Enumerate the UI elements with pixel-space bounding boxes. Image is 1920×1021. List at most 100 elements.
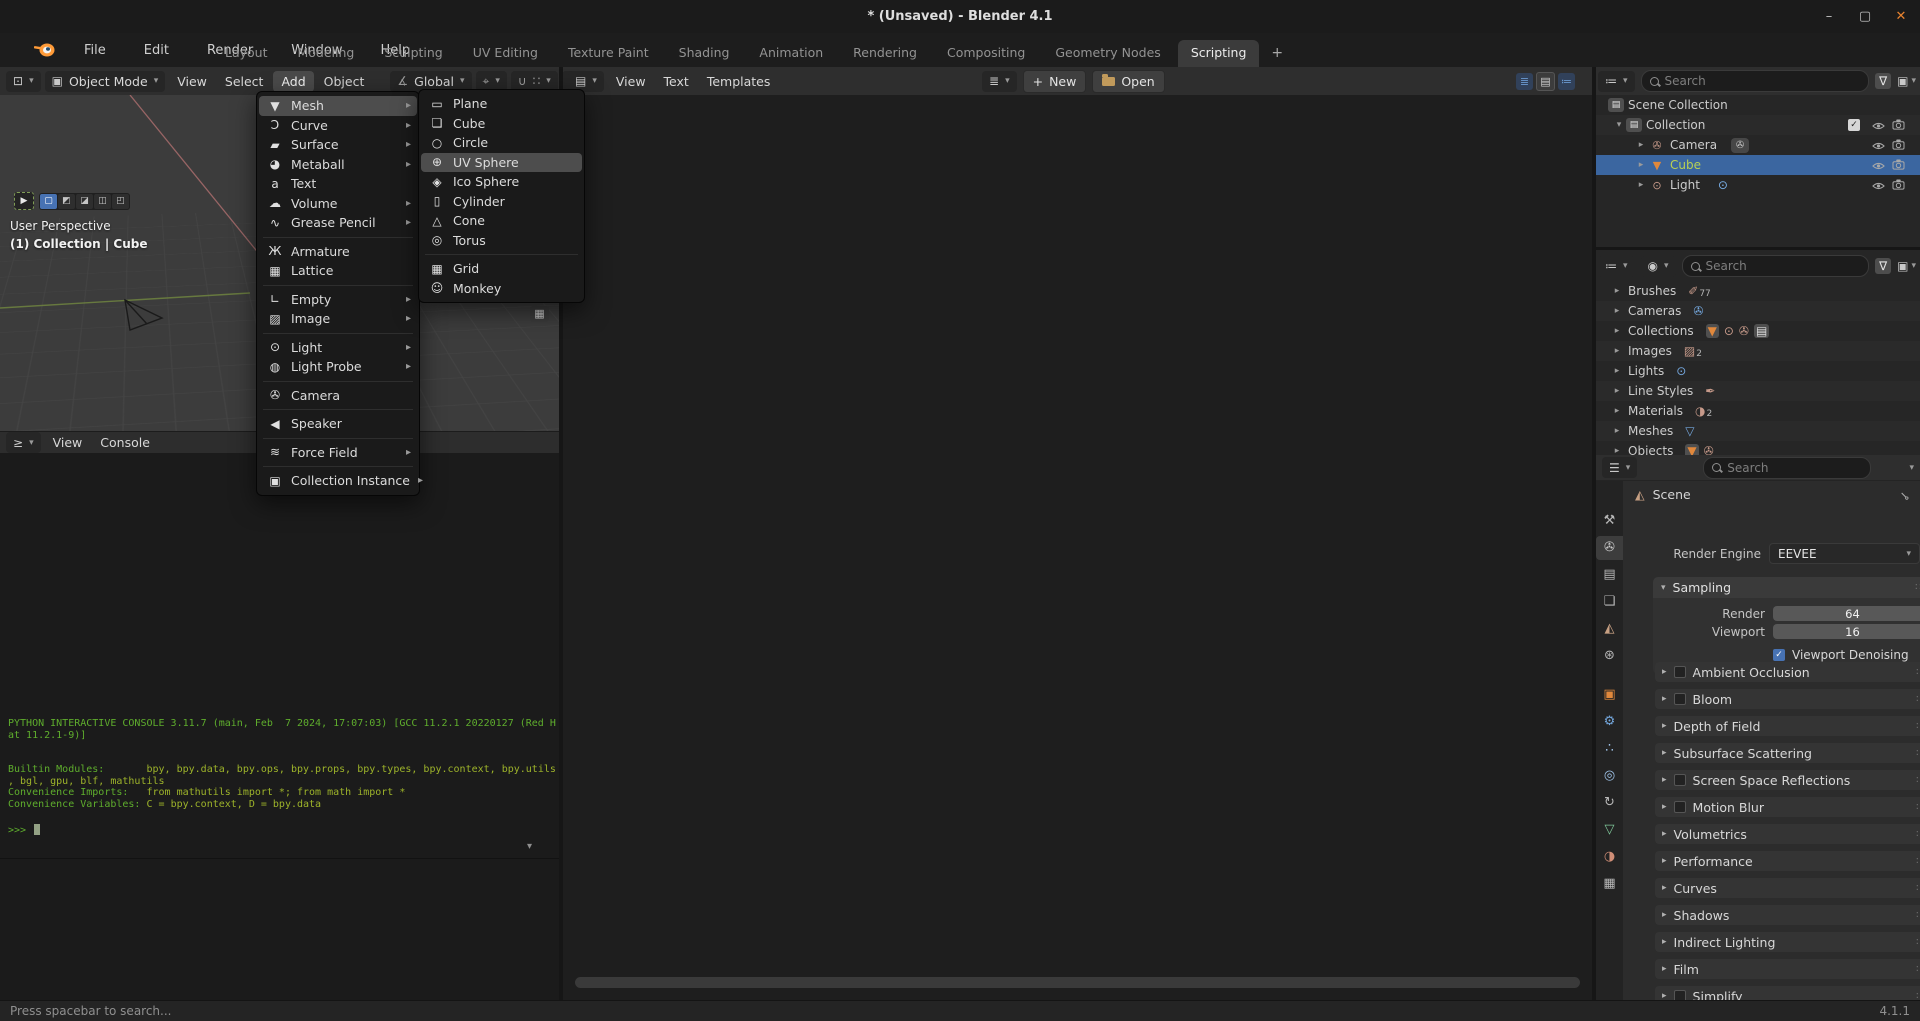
mode-selector[interactable]: ▣ Object Mode ▾	[45, 71, 166, 92]
tab-shading[interactable]: Shading	[666, 40, 743, 67]
render-samples-field[interactable]: 64	[1773, 606, 1920, 621]
render-engine-dropdown[interactable]: EEVEE ▾	[1769, 543, 1920, 564]
mesh-menu-item-grid[interactable]: ▦Grid	[419, 259, 584, 279]
properties-tab-particles[interactable]: ∴	[1596, 737, 1623, 761]
outliner-display-mode-button[interactable]: ≔ ▾	[1598, 71, 1635, 92]
properties-tab-output[interactable]: ▤	[1596, 563, 1623, 587]
display-mode-button[interactable]: ≔ ▾	[1598, 256, 1635, 277]
blend-row-brushes[interactable]: ▸Brushes✐77	[1596, 281, 1920, 301]
mesh-menu-item-cylinder[interactable]: ▯Cylinder	[419, 192, 584, 212]
select-extend-icon[interactable]: ◩	[58, 194, 75, 209]
properties-tab-object-data[interactable]: ▽	[1596, 818, 1623, 842]
chevron-right-icon[interactable]: ▸	[1610, 326, 1624, 336]
syntax-highlight-toggle-icon[interactable]: ≔	[1558, 73, 1575, 90]
mesh-menu-item-ico-sphere[interactable]: ◈Ico Sphere	[419, 172, 584, 192]
editor-type-3d-button[interactable]: ⊡ ▾	[6, 71, 41, 92]
chevron-right-icon[interactable]: ▸	[1610, 426, 1624, 436]
chevron-right-icon[interactable]: ▸	[1610, 386, 1624, 396]
add-menu-item-curve[interactable]: ƆCurve▸	[257, 116, 419, 136]
disable-render-icon[interactable]	[1892, 139, 1905, 153]
blend-file-search-input[interactable]: Search	[1682, 255, 1870, 277]
outliner-row-camera[interactable]: ▸✇Camera✇	[1596, 135, 1920, 155]
console-menu-view[interactable]: View	[45, 432, 91, 453]
close-icon[interactable]: ✕	[1890, 6, 1912, 28]
outliner-row-light[interactable]: ▸⊙Light⊙	[1596, 175, 1920, 195]
section-indirect-lighting[interactable]: ▸Indirect Lighting∷∷	[1655, 932, 1920, 952]
properties-tab-modifiers[interactable]: ⚙	[1596, 710, 1623, 734]
section-motion-blur[interactable]: ▸Motion Blur∷∷	[1655, 797, 1920, 817]
section-film[interactable]: ▸Film∷∷	[1655, 959, 1920, 979]
sampling-panel-header[interactable]: ▾ Sampling ∷∷	[1653, 577, 1920, 598]
outliner-row-cube[interactable]: ▸▼Cube	[1596, 155, 1920, 175]
properties-tab-scene[interactable]: ◭	[1596, 617, 1623, 641]
editor-type-console-button[interactable]: ≥ ▾	[6, 432, 41, 453]
minimize-icon[interactable]: –	[1818, 6, 1840, 28]
blend-filter-button[interactable]: ▣ ▾	[1897, 259, 1916, 273]
properties-tab-tool[interactable]: ⚒	[1596, 509, 1623, 533]
add-menu-item-light[interactable]: ⊙Light▸	[257, 338, 419, 358]
section-checkbox[interactable]	[1674, 801, 1686, 813]
add-menu-item-speaker[interactable]: ◀Speaker	[257, 414, 419, 434]
console-menu-console[interactable]: Console	[92, 432, 158, 453]
outliner-row-scene-collection[interactable]: ▤Scene Collection	[1596, 95, 1920, 115]
chevron-right-icon[interactable]: ▸	[1634, 140, 1648, 150]
select-subtract-icon[interactable]: ◪	[76, 194, 93, 209]
blend-row-images[interactable]: ▸Images▨2	[1596, 341, 1920, 361]
section-checkbox[interactable]	[1674, 990, 1686, 1000]
chevron-down-icon[interactable]: ▾	[527, 841, 532, 852]
line-numbers-toggle-icon[interactable]: ≣	[1516, 73, 1533, 90]
mesh-menu-item-cube[interactable]: ❏Cube	[419, 114, 584, 134]
properties-tab-constraints[interactable]: ↻	[1596, 791, 1623, 815]
mesh-menu-item-monkey[interactable]: ☺Monkey	[419, 279, 584, 299]
section-curves[interactable]: ▸Curves∷∷	[1655, 878, 1920, 898]
blend-row-meshes[interactable]: ▸Meshes▽	[1596, 421, 1920, 441]
chevron-right-icon[interactable]: ▸	[1610, 446, 1624, 455]
properties-tab-texture[interactable]: ▦	[1596, 872, 1623, 896]
properties-tab-world[interactable]: ⊛	[1596, 644, 1623, 668]
chevron-right-icon[interactable]: ▸	[1610, 306, 1624, 316]
add-menu-item-light-probe[interactable]: ◍Light Probe▸	[257, 357, 419, 377]
properties-tab-render[interactable]: ✇	[1596, 536, 1623, 560]
viewport-denoising-checkbox[interactable]: ✓	[1773, 649, 1785, 661]
filter-id-button[interactable]: ◉ ▾	[1641, 256, 1676, 277]
section-shadows[interactable]: ▸Shadows∷∷	[1655, 905, 1920, 925]
blend-row-collections[interactable]: ▸Collections▼⊙✇▤	[1596, 321, 1920, 341]
open-text-button[interactable]: Open	[1092, 70, 1164, 93]
add-menu-item-armature[interactable]: ЖArmature	[257, 242, 419, 262]
tab-texture-paint[interactable]: Texture Paint	[555, 40, 662, 67]
horizontal-scrollbar[interactable]	[575, 977, 1580, 988]
mesh-menu-item-circle[interactable]: ○Circle	[419, 133, 584, 153]
add-menu-item-volume[interactable]: ☁Volume▸	[257, 194, 419, 214]
section-checkbox[interactable]	[1674, 774, 1686, 786]
pin-icon[interactable]: ⊸	[1896, 487, 1913, 504]
properties-search-input[interactable]: Search	[1703, 457, 1871, 479]
mesh-menu-item-torus[interactable]: ◎Torus	[419, 231, 584, 251]
section-performance[interactable]: ▸Performance∷∷	[1655, 851, 1920, 871]
text-editor-body[interactable]	[563, 95, 1592, 1000]
section-ambient-occlusion[interactable]: ▸Ambient Occlusion∷∷	[1655, 662, 1920, 682]
hide-eye-icon[interactable]	[1872, 140, 1885, 154]
python-console[interactable]: PYTHON INTERACTIVE CONSOLE 3.11.7 (main,…	[0, 453, 559, 1000]
section-simplify[interactable]: ▸Simplify∷∷	[1655, 986, 1920, 1000]
chevron-right-icon[interactable]: ▸	[1610, 346, 1624, 356]
disable-render-icon[interactable]	[1892, 179, 1905, 193]
blend-row-objects[interactable]: ▸Objects▼✇	[1596, 441, 1920, 455]
hide-eye-icon[interactable]	[1872, 160, 1885, 174]
drag-handle-icon[interactable]: ∷∷	[1915, 582, 1920, 593]
add-menu-item-force-field[interactable]: ≋Force Field▸	[257, 443, 419, 463]
chevron-down-icon[interactable]: ▾	[1612, 120, 1626, 130]
tab-modeling[interactable]: Modeling	[285, 40, 368, 67]
add-menu-item-image[interactable]: ▨Image▸	[257, 309, 419, 329]
tab-layout[interactable]: Layout	[212, 40, 281, 67]
disable-render-icon[interactable]	[1892, 159, 1905, 173]
add-menu-item-empty[interactable]: ∟Empty▸	[257, 290, 419, 310]
menu-edit[interactable]: Edit	[138, 40, 175, 61]
disable-render-icon[interactable]	[1892, 119, 1905, 133]
blend-row-materials[interactable]: ▸Materials◑2	[1596, 401, 1920, 421]
outliner-filter-button[interactable]: ▣ ▾	[1897, 74, 1916, 88]
mesh-menu-item-uv-sphere[interactable]: ⊕UV Sphere	[421, 153, 582, 173]
menu-file[interactable]: File	[78, 40, 112, 61]
tab-sculpting[interactable]: Sculpting	[371, 40, 455, 67]
word-wrap-toggle-icon[interactable]: ▤	[1536, 72, 1555, 91]
section-subsurface-scattering[interactable]: ▸Subsurface Scattering∷∷	[1655, 743, 1920, 763]
